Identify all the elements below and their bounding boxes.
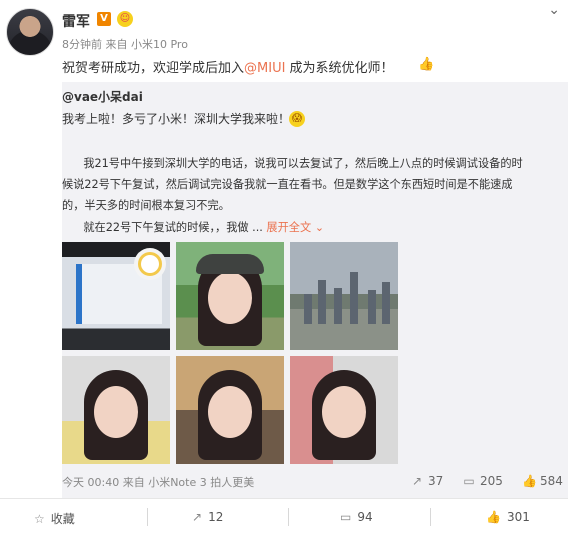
favorite-button[interactable]: ☆ 收藏 [34, 510, 75, 527]
thumbs-up-icon: 👍 [418, 57, 435, 72]
repost-paragraph-line: 我21号中午接到深圳大学的电话，说我可以去复试了，然后晚上八点的时候调试设备的时 [83, 157, 523, 170]
repost-button[interactable]: ↗ 12 [192, 510, 223, 524]
share-icon: ↗ [411, 474, 423, 488]
post-text-suffix: 成为系统优化师！ [285, 61, 394, 76]
separator [147, 508, 148, 526]
mention-link[interactable]: @MIUI [244, 61, 285, 76]
member-badge-icon: ☺ [117, 11, 133, 27]
separator [430, 508, 431, 526]
comment-icon: ▭ [463, 474, 475, 488]
comment-button[interactable]: ▭ 94 [340, 510, 373, 524]
photo-selfie-2[interactable] [290, 356, 398, 464]
flower-sticker-icon [138, 252, 162, 276]
scream-emoji-icon: 😱 [289, 111, 305, 127]
share-icon: ↗ [192, 510, 203, 524]
star-icon: ☆ [34, 512, 45, 526]
repost-paragraph-line: 的，半天多的时间根本复习不完。 [62, 199, 230, 212]
repost-headline: 我考上啦！多亏了小米！深圳大学我来啦！ [62, 112, 291, 126]
verified-badge-icon: V [97, 12, 111, 26]
repost-paragraph-2: 就在22号下午复试的时候，，我做 ... 展开全文 ⌄ [83, 221, 325, 234]
repost-comment-stat[interactable]: ▭ 205 [462, 474, 503, 488]
post-text-prefix: 祝贺考研成功，欢迎学成后加入 [62, 61, 245, 76]
chevron-down-icon[interactable]: ⌄ [548, 2, 560, 18]
like-icon: 👍 [522, 474, 537, 488]
expand-chevron-icon: ⌄ [314, 221, 325, 234]
like-button[interactable]: 👍 301 [486, 510, 530, 524]
photo-girl-hat[interactable] [176, 242, 284, 350]
author-avatar[interactable] [6, 8, 54, 56]
repost-share-stat[interactable]: ↗ 37 [410, 474, 443, 488]
repost-meta: 今天 00:40 来自 小米Note 3 拍人更美 [62, 476, 255, 489]
author-name[interactable]: 雷军 [62, 11, 90, 31]
comment-icon: ▭ [340, 510, 352, 524]
repost-paragraph-line: 候说22号下午复试，然后调试完设备我就一直在看书。但是数学这个东西短时间是不能速… [62, 178, 513, 191]
photo-city-skyline[interactable] [290, 242, 398, 350]
photo-selfie-flowers[interactable] [176, 356, 284, 464]
repost-username[interactable]: @vae小呆dai [62, 88, 143, 105]
like-icon: 👍 [486, 510, 501, 524]
divider [0, 498, 568, 499]
photo-laptop-screen[interactable] [62, 242, 170, 350]
post-text: 祝贺考研成功，欢迎学成后加入@MIUI 成为系统优化师！ [62, 57, 394, 76]
separator [288, 508, 289, 526]
post-meta: 8分钟前 来自 小米10 Pro [62, 38, 188, 51]
photo-selfie-1[interactable] [62, 356, 170, 464]
repost-like-stat[interactable]: 👍 584 [522, 474, 563, 488]
expand-full-text-link[interactable]: 展开全文 ⌄ [266, 221, 324, 234]
